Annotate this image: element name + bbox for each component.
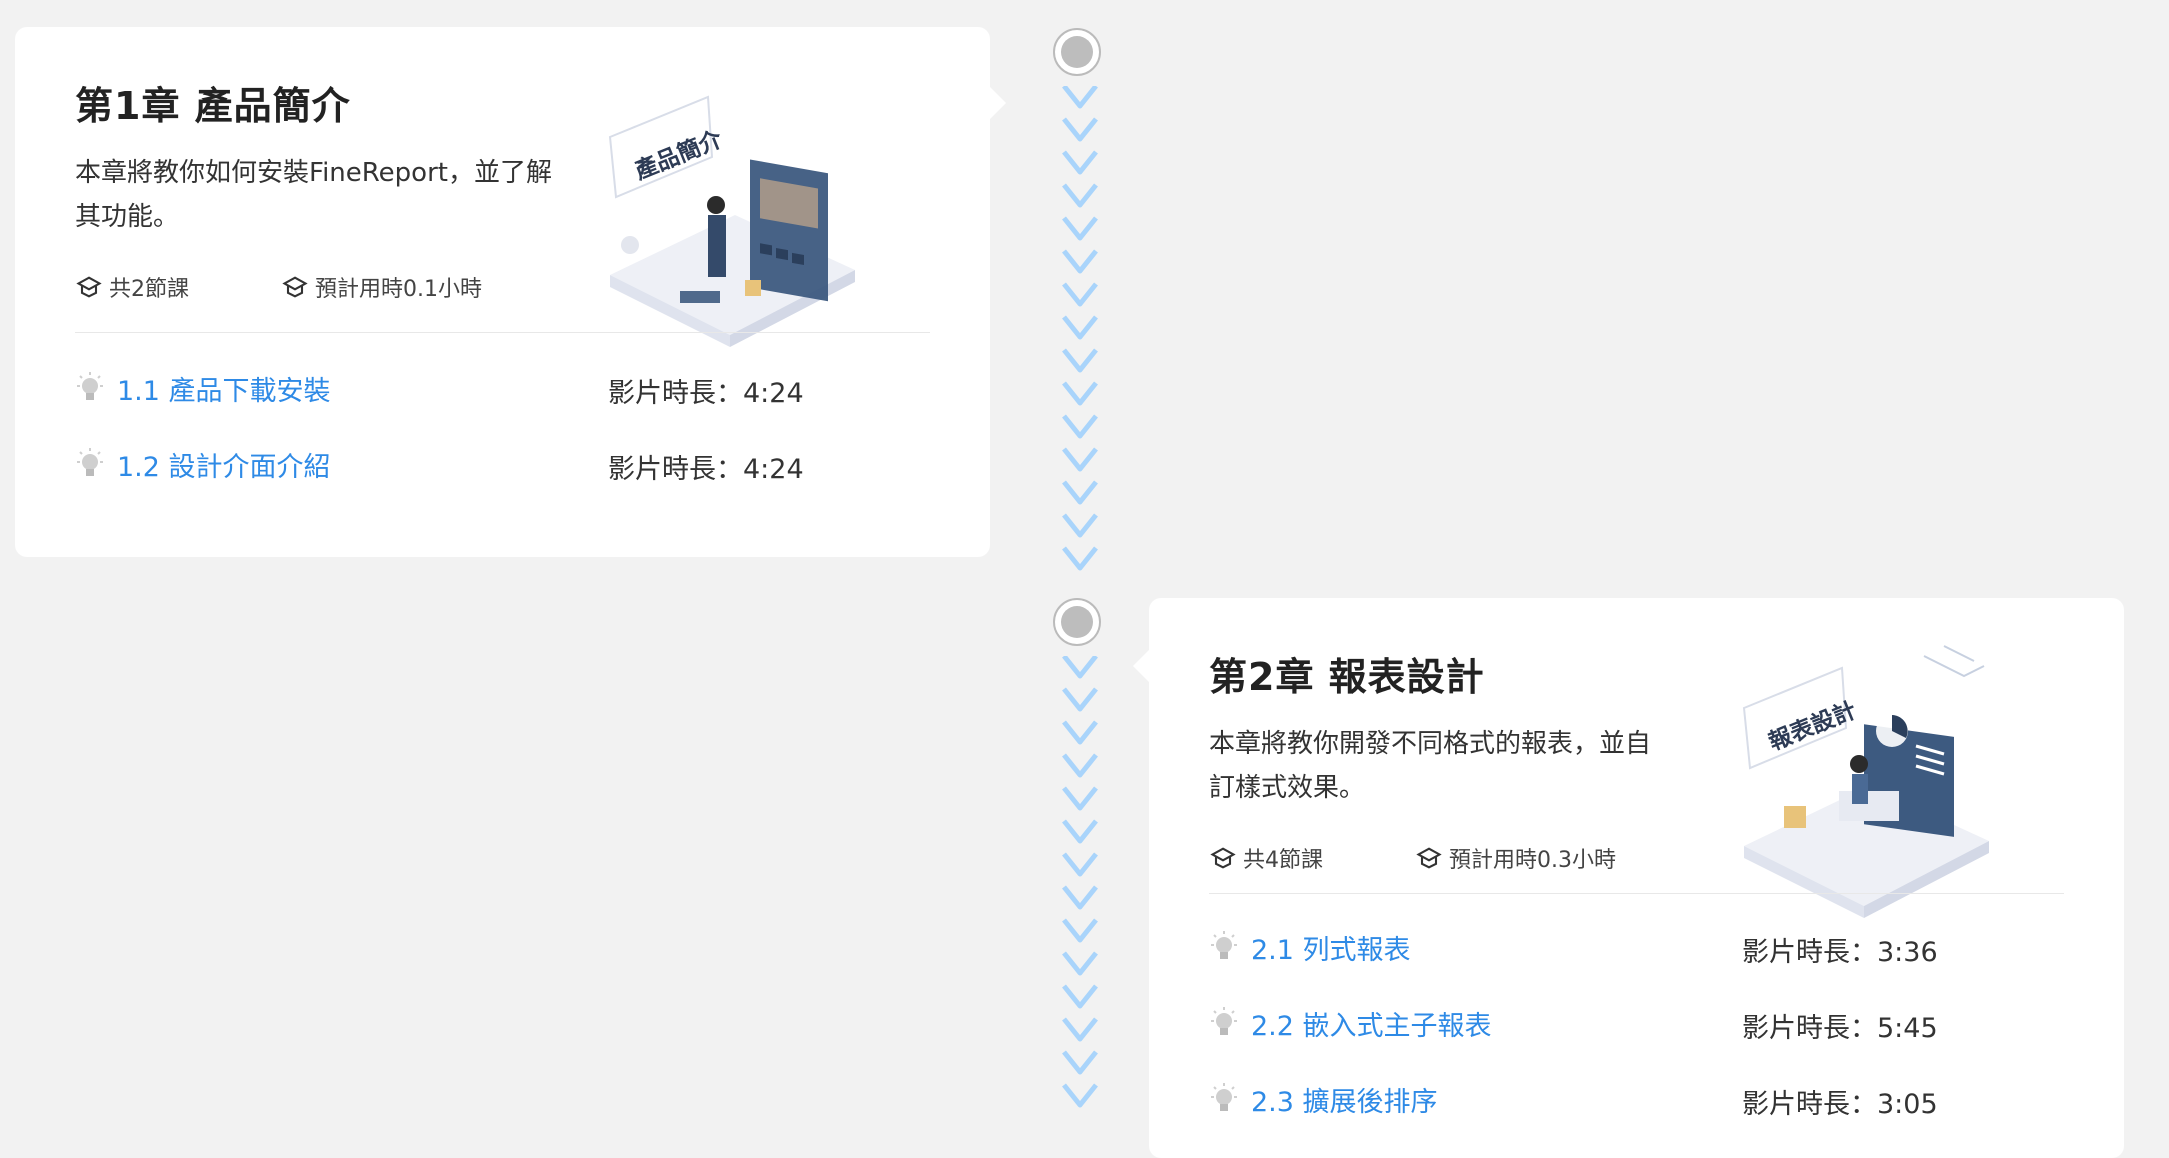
timeline-chevrons (1062, 86, 1098, 571)
timeline-chevrons (1062, 656, 1098, 1108)
lesson-link[interactable]: 2.1 列式報表 (1251, 928, 1411, 967)
chevron-down-icon (1062, 984, 1098, 1009)
lesson-link[interactable]: 2.3 擴展後排序 (1251, 1080, 1438, 1119)
chevron-down-icon (1062, 819, 1098, 844)
chevron-down-icon (1062, 414, 1098, 439)
illustration-label-bubble: 報表設計 (1742, 666, 1860, 770)
lessons-count: 共2節課 (75, 271, 189, 303)
description-line: 訂樣式效果。 (1209, 773, 1366, 803)
lesson-duration: 影片時長：4:24 (608, 378, 804, 409)
lightbulb-icon (1211, 1082, 1237, 1111)
timeline-node-icon (1053, 598, 1101, 646)
graduation-cap-icon (76, 276, 102, 298)
graduation-cap-icon (282, 276, 308, 298)
lesson-duration: 影片時長：3:05 (1742, 1089, 1938, 1120)
chevron-down-icon (1062, 282, 1098, 307)
estimated-time-text: 預計用時0.1小時 (315, 277, 482, 302)
description-line: 本章將教你開發不同格式的報表，並自 (1209, 729, 1652, 759)
lesson-duration: 影片時長：5:45 (1742, 1013, 1938, 1044)
chevron-down-icon (1062, 216, 1098, 241)
chevron-down-icon (1062, 348, 1098, 373)
lesson-duration: 影片時長：3:36 (1742, 937, 1938, 968)
lesson-item[interactable]: 2.3 擴展後排序 (1209, 1080, 1438, 1119)
lesson-link[interactable]: 1.2 設計介面介紹 (117, 445, 331, 484)
chevron-down-icon (1062, 381, 1098, 406)
chapter-illustration: 報表設計 (1742, 645, 1989, 918)
lesson-item[interactable]: 1.1 產品下載安裝 (75, 369, 331, 408)
timeline (1040, 0, 1120, 1127)
chevron-down-icon (1062, 315, 1098, 340)
chevron-down-icon (1062, 183, 1098, 208)
chevron-down-icon (1062, 117, 1098, 142)
chevron-down-icon (1062, 656, 1098, 679)
chevron-down-icon (1062, 687, 1098, 712)
chevron-down-icon (1062, 753, 1098, 778)
chevron-down-icon (1062, 1050, 1098, 1075)
lightbulb-icon (1211, 1006, 1237, 1035)
chapter-description: 本章將教你如何安裝FineReport，並了解 其功能。 (75, 151, 605, 239)
chevron-down-icon (1062, 1083, 1098, 1108)
lesson-duration: 影片時長：4:24 (608, 454, 804, 485)
chevron-down-icon (1062, 249, 1098, 274)
chevron-down-icon (1062, 1017, 1098, 1042)
chevron-down-icon (1062, 786, 1098, 811)
chevron-down-icon (1062, 918, 1098, 943)
chevron-down-icon (1062, 150, 1098, 175)
description-line: 其功能。 (75, 202, 180, 232)
lightbulb-icon (77, 371, 103, 400)
lesson-link[interactable]: 1.1 產品下載安裝 (117, 369, 331, 408)
chevron-down-icon (1062, 480, 1098, 505)
lessons-count-text: 共4節課 (1243, 848, 1323, 873)
estimated-time: 預計用時0.3小時 (1415, 842, 1616, 874)
chevron-down-icon (1062, 720, 1098, 745)
lightbulb-icon (77, 447, 103, 476)
lesson-item[interactable]: 1.2 設計介面介紹 (75, 445, 331, 484)
estimated-time: 預計用時0.1小時 (281, 271, 482, 303)
lesson-item[interactable]: 2.2 嵌入式主子報表 (1209, 1004, 1492, 1043)
illustration-label-bubble: 產品簡介 (608, 95, 727, 199)
lightbulb-icon (1211, 930, 1237, 959)
chapter-title: 第1章 產品簡介 (75, 84, 351, 128)
chevron-down-icon (1062, 447, 1098, 472)
graduation-cap-icon (1416, 847, 1442, 869)
chevron-down-icon (1062, 951, 1098, 976)
timeline-node-icon (1053, 28, 1101, 76)
chevron-down-icon (1062, 546, 1098, 571)
divider (75, 332, 930, 333)
lessons-count-text: 共2節課 (109, 277, 189, 302)
lesson-link[interactable]: 2.2 嵌入式主子報表 (1251, 1004, 1492, 1043)
graduation-cap-icon (1210, 847, 1236, 869)
chevron-down-icon (1062, 852, 1098, 877)
estimated-time-text: 預計用時0.3小時 (1449, 848, 1616, 873)
lessons-count: 共4節課 (1209, 842, 1323, 874)
chapter-illustration: 產品簡介 (608, 95, 855, 347)
chevron-down-icon (1062, 86, 1098, 109)
lesson-item[interactable]: 2.1 列式報表 (1209, 928, 1411, 967)
chapter-title: 第2章 報表設計 (1209, 655, 1485, 699)
chapter-card: 第1章 產品簡介 本章將教你如何安裝FineReport，並了解 其功能。 共2… (15, 27, 1006, 557)
chapter-card: 第2章 報表設計 本章將教你開發不同格式的報表，並自 訂樣式效果。 共4節課 預… (1133, 598, 2124, 1158)
description-line: 本章將教你如何安裝FineReport，並了解 (75, 158, 552, 188)
chevron-down-icon (1062, 885, 1098, 910)
chapter-description: 本章將教你開發不同格式的報表，並自 訂樣式效果。 (1209, 722, 1739, 810)
chevron-down-icon (1062, 513, 1098, 538)
divider (1209, 893, 2064, 894)
